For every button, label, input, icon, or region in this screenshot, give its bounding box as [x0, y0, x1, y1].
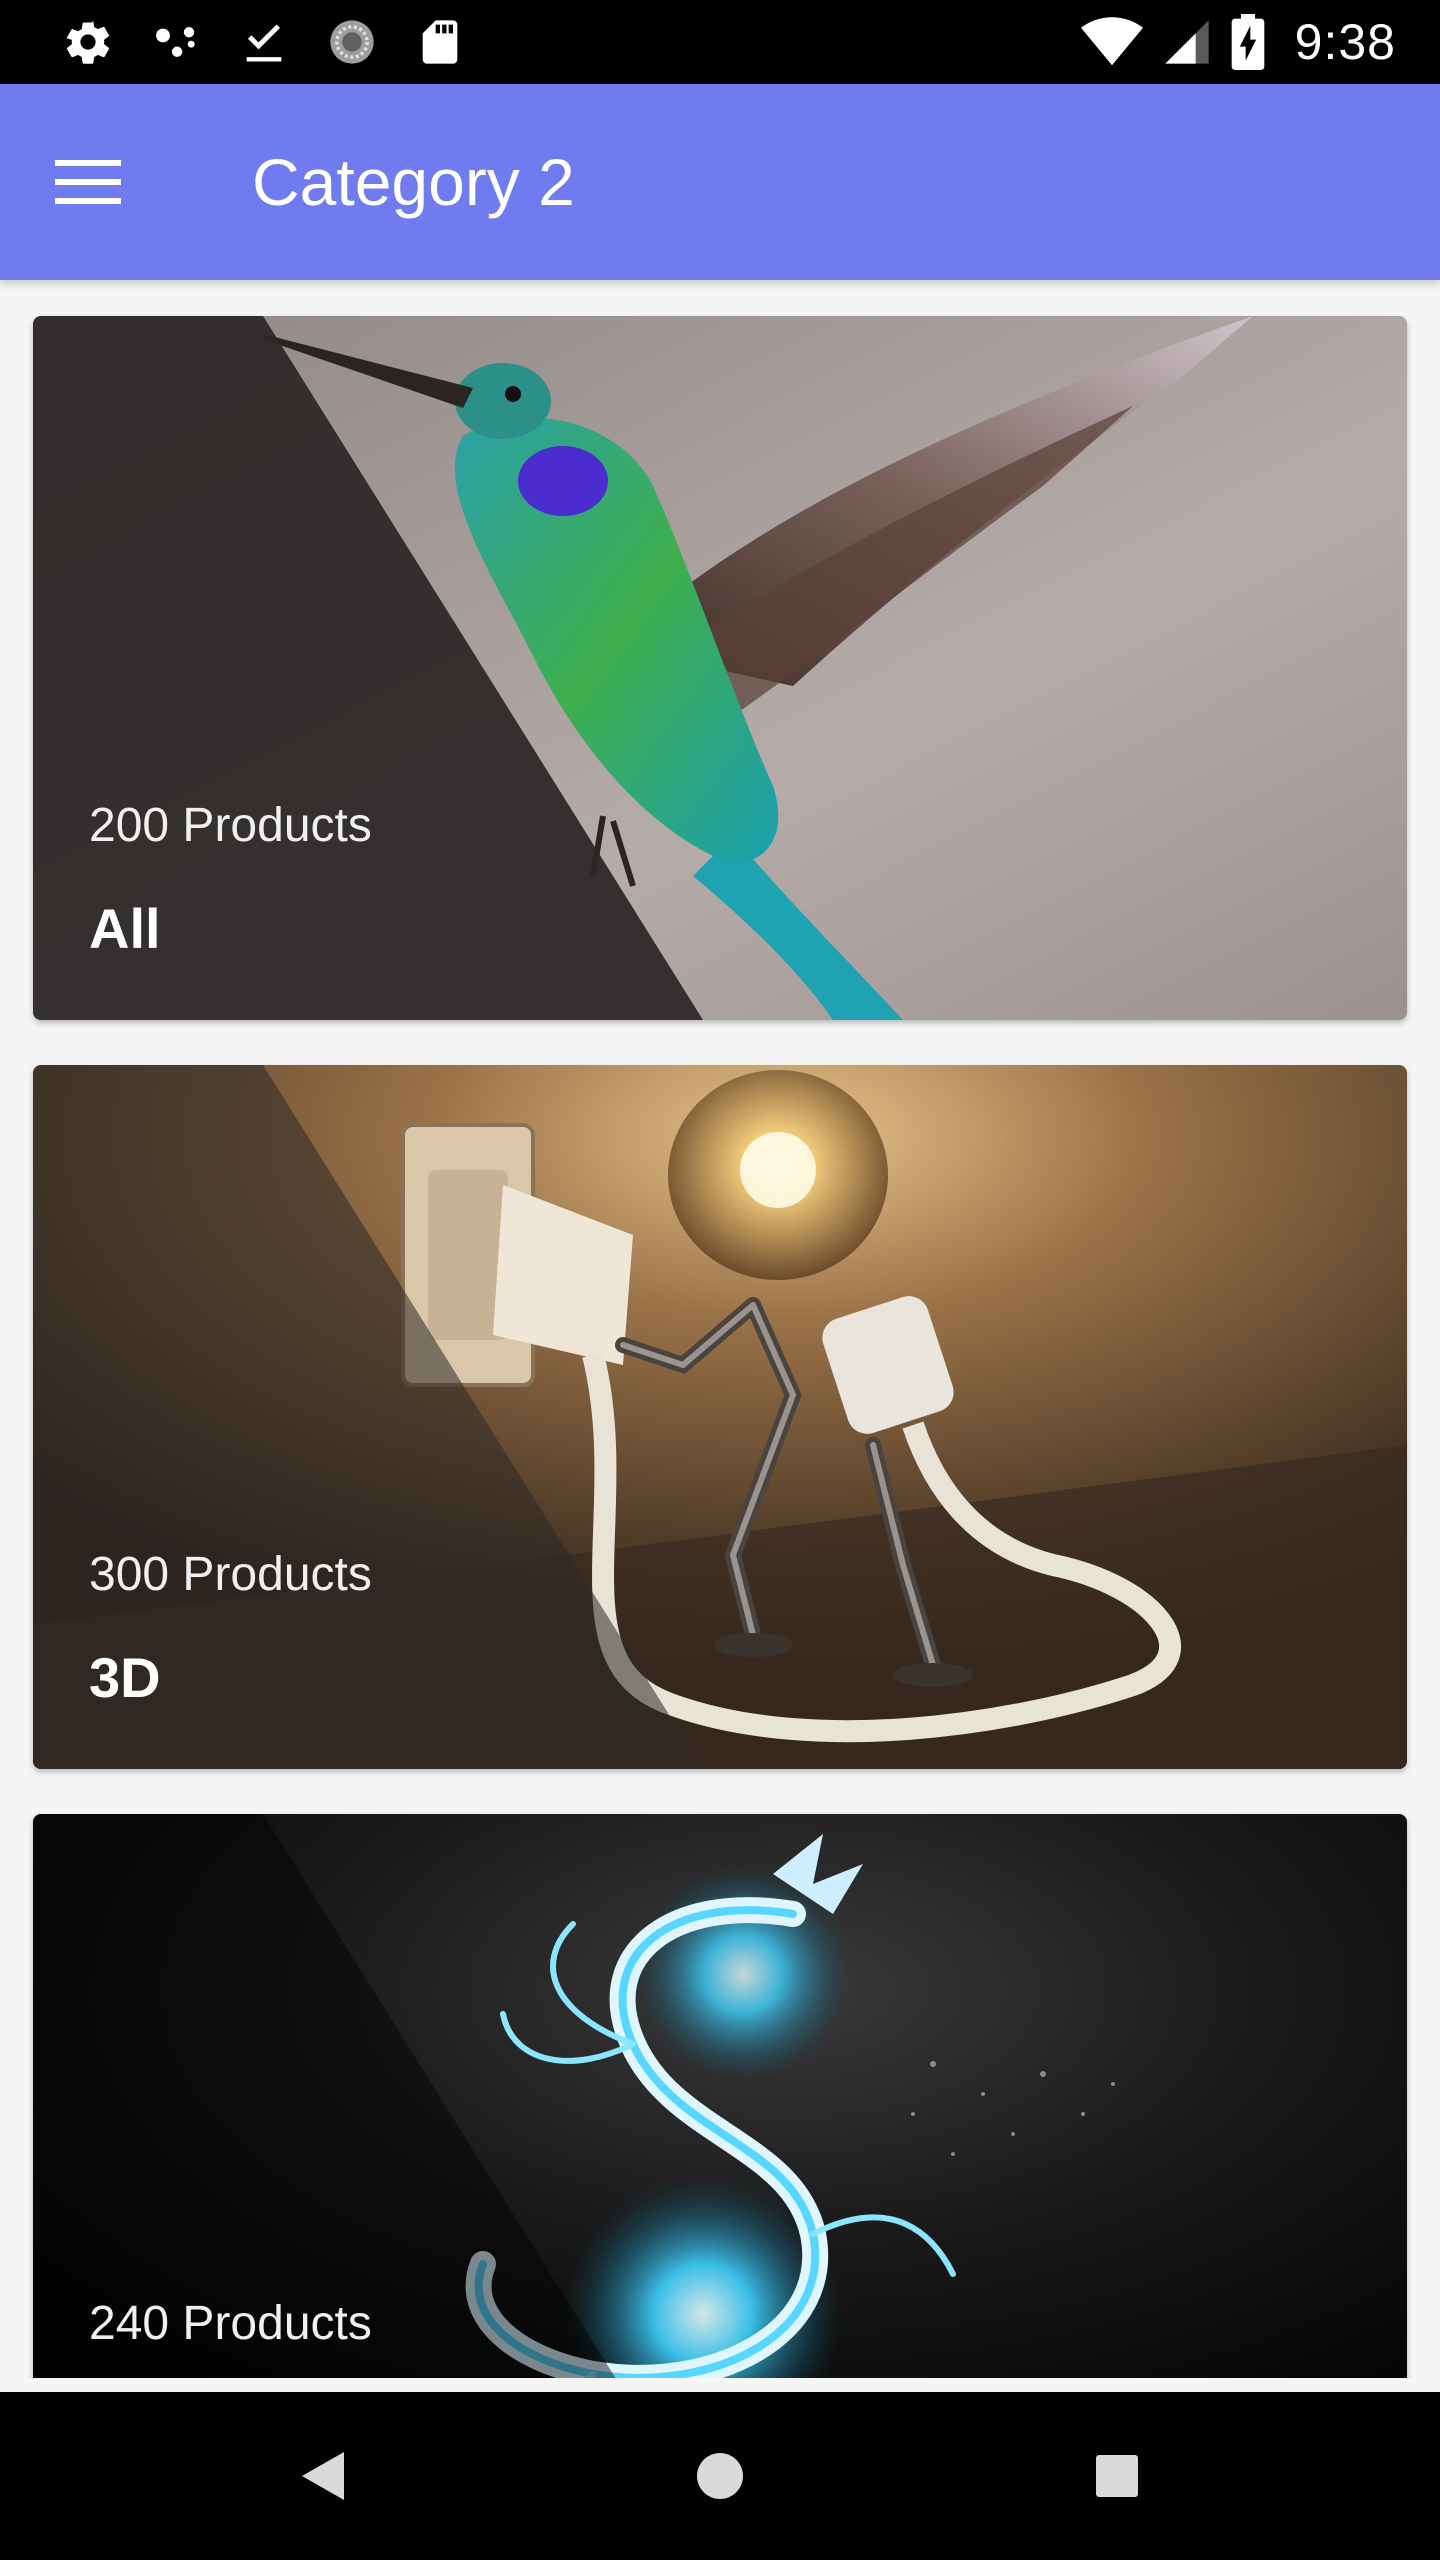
recents-icon — [1096, 2455, 1138, 2497]
battery-charging-icon — [1231, 14, 1265, 70]
status-clock: 9:38 — [1294, 14, 1396, 70]
home-icon — [697, 2453, 743, 2499]
home-button[interactable] — [680, 2436, 760, 2516]
back-icon — [302, 2452, 344, 2500]
wifi-icon — [1080, 17, 1143, 66]
notification-icons — [62, 14, 466, 70]
system-status-icons: 9:38 — [1080, 14, 1396, 70]
card-overlay — [33, 316, 703, 1020]
sync-circle-icon — [330, 20, 374, 64]
category-card-3[interactable]: 240 Products — [33, 1814, 1407, 2378]
menu-button[interactable] — [38, 132, 138, 232]
category-name: 3D — [89, 1646, 161, 1709]
menu-icon — [55, 160, 121, 204]
category-count: 300 Products — [89, 1548, 372, 1601]
cell-signal-icon — [1165, 20, 1209, 64]
sd-card-icon — [422, 20, 458, 64]
download-done-icon — [246, 24, 282, 62]
category-count: 200 Products — [89, 799, 372, 852]
assistant-dots-icon — [156, 27, 195, 57]
back-button[interactable] — [283, 2436, 363, 2516]
app-bar: Category 2 — [0, 84, 1440, 280]
category-list[interactable]: 200 Products All 300 Products 3D 240 Pro… — [0, 280, 1440, 2378]
recents-button[interactable] — [1077, 2436, 1157, 2516]
category-card-all[interactable]: 200 Products All — [33, 316, 1407, 1020]
category-name: All — [89, 897, 161, 960]
status-bar: 9:38 — [0, 0, 1440, 84]
settings-icon — [66, 21, 110, 64]
category-count: 240 Products — [89, 2297, 372, 2350]
page-title: Category 2 — [252, 145, 575, 219]
navigation-bar — [0, 2392, 1440, 2560]
category-card-3d[interactable]: 300 Products 3D — [33, 1065, 1407, 1769]
card-overlay — [33, 1814, 616, 2378]
card-overlay — [33, 1065, 703, 1769]
